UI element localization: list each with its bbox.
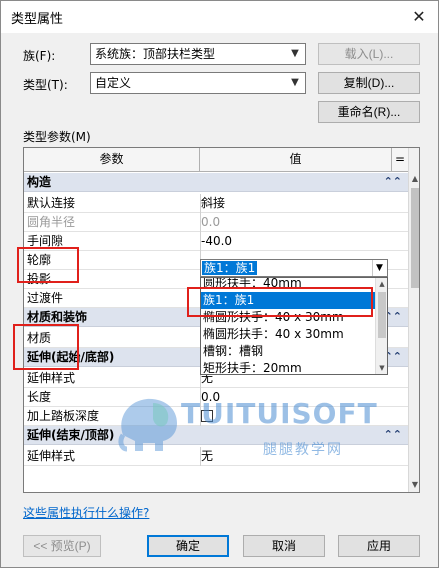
profile-dropdown-field[interactable]: 族1：族1 ▼ bbox=[200, 259, 388, 277]
scroll-up-icon[interactable]: ▲ bbox=[376, 278, 387, 290]
property-row[interactable]: 手间隙 -40.0 bbox=[24, 232, 408, 251]
rename-button[interactable]: 重命名(R)... bbox=[318, 101, 420, 123]
property-name: 延伸样式 bbox=[27, 371, 76, 385]
scroll-up-icon[interactable]: ▲ bbox=[409, 172, 419, 186]
apply-button[interactable]: 应用 bbox=[338, 535, 420, 557]
collapse-icon[interactable]: ⌃⌃ bbox=[384, 426, 402, 444]
close-icon[interactable]: ✕ bbox=[406, 4, 432, 30]
watermark-brand: TUITUISOFT bbox=[181, 397, 378, 430]
load-button[interactable]: 载入(L)... bbox=[318, 43, 420, 65]
dialog-title: 类型属性 bbox=[11, 12, 64, 27]
duplicate-button[interactable]: 复制(D)... bbox=[318, 72, 420, 94]
chevron-down-icon[interactable]: ▼ bbox=[288, 44, 302, 64]
dropdown-scrollbar[interactable]: ▲ ▼ bbox=[375, 278, 387, 374]
type-label: 类型(T): bbox=[23, 78, 68, 92]
profile-selected-value: 族1：族1 bbox=[202, 261, 258, 275]
dropdown-option[interactable]: 椭圆形扶手：40 x 30mm bbox=[201, 326, 375, 343]
property-row[interactable]: 默认连接 斜接 bbox=[24, 194, 408, 213]
title-bar: 类型属性 ✕ bbox=[1, 1, 438, 33]
property-name: 圆角半径 bbox=[27, 215, 76, 229]
property-value[interactable]: 斜接 bbox=[201, 194, 389, 212]
grid-scrollbar[interactable]: ▲ ▼ bbox=[408, 148, 419, 492]
family-value: 系统族：顶部扶栏类型 bbox=[95, 47, 216, 61]
type-select[interactable]: 自定义 ▼ bbox=[90, 72, 306, 94]
watermark: TUITUISOFT 腿腿教学网 bbox=[113, 389, 377, 461]
property-name: 过渡件 bbox=[27, 291, 64, 305]
annotation-box-material-group bbox=[13, 324, 79, 370]
annotation-box-profile-label bbox=[17, 247, 79, 283]
help-link[interactable]: 这些属性执行什么操作? bbox=[23, 504, 149, 521]
watermark-tagline: 腿腿教学网 bbox=[263, 442, 343, 458]
equals-column-header[interactable]: = bbox=[392, 148, 408, 171]
scroll-down-icon[interactable]: ▼ bbox=[409, 478, 419, 492]
scroll-thumb[interactable] bbox=[378, 292, 386, 338]
property-row[interactable]: 圆角半径 0.0 bbox=[24, 213, 408, 232]
scroll-thumb[interactable] bbox=[411, 188, 419, 288]
type-properties-dialog: 类型属性 ✕ 族(F): 系统族：顶部扶栏类型 ▼ 载入(L)... 类型(T)… bbox=[0, 0, 439, 568]
dropdown-option[interactable]: 矩形扶手：20mm bbox=[201, 360, 375, 374]
type-value: 自定义 bbox=[95, 76, 132, 90]
scroll-down-icon[interactable]: ▼ bbox=[376, 362, 387, 374]
chevron-down-icon[interactable]: ▼ bbox=[372, 260, 386, 276]
group-header-row[interactable]: 构造 ⌃⌃ bbox=[24, 173, 408, 192]
grid-header: 参数 值 = bbox=[24, 148, 408, 172]
chevron-down-icon[interactable]: ▼ bbox=[288, 73, 302, 93]
cancel-button[interactable]: 取消 bbox=[243, 535, 325, 557]
param-column-header[interactable]: 参数 bbox=[24, 148, 200, 171]
type-params-label: 类型参数(M) bbox=[23, 130, 91, 144]
collapse-icon[interactable]: ⌃⌃ bbox=[384, 173, 402, 191]
property-name: 默认连接 bbox=[27, 196, 76, 210]
family-label: 族(F): bbox=[23, 49, 56, 63]
preview-button[interactable]: << 预览(P) bbox=[23, 535, 101, 557]
property-value[interactable]: -40.0 bbox=[201, 232, 389, 250]
value-column-header[interactable]: 值 bbox=[200, 148, 392, 171]
dropdown-option[interactable]: 槽钢：槽钢 bbox=[201, 343, 375, 360]
property-value[interactable]: 0.0 bbox=[201, 213, 389, 231]
annotation-box-selected-option bbox=[187, 287, 373, 317]
elephant-logo-icon bbox=[118, 398, 177, 452]
group-name: 构造 bbox=[27, 175, 52, 189]
ok-button[interactable]: 确定 bbox=[147, 535, 229, 557]
family-select[interactable]: 系统族：顶部扶栏类型 ▼ bbox=[90, 43, 306, 65]
